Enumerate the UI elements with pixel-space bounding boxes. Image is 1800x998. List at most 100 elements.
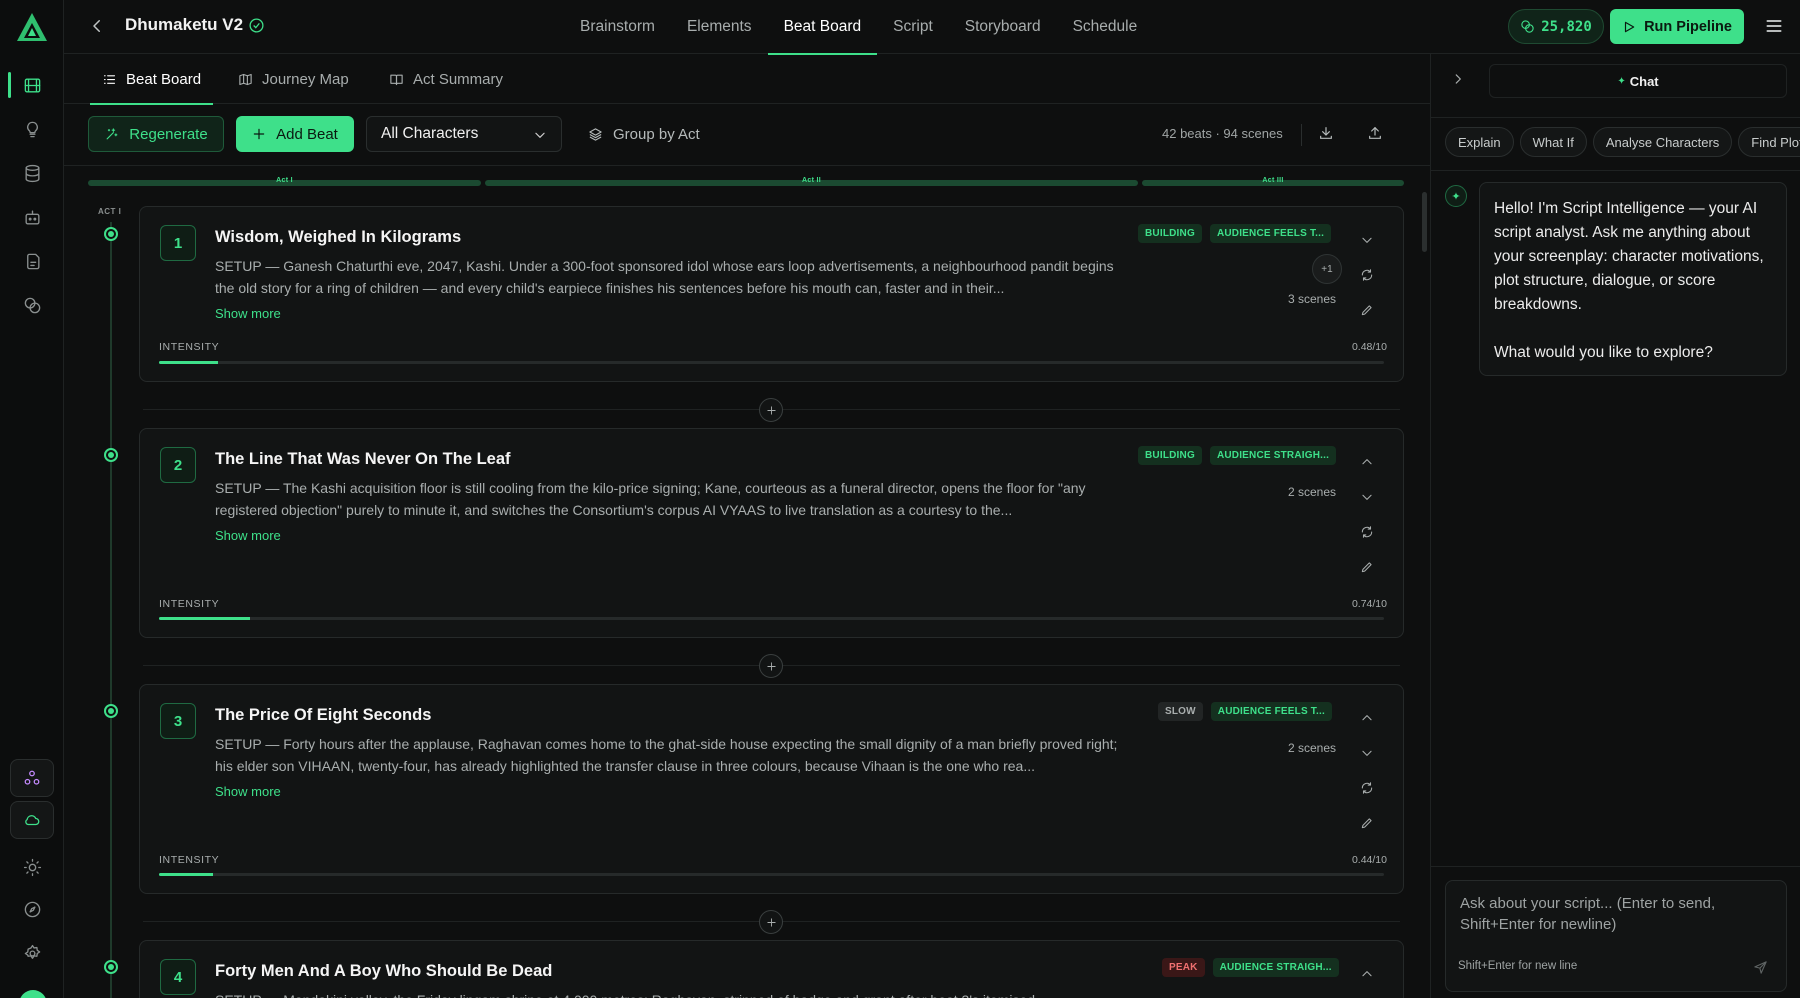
beat-card[interactable]: 3 The Price Of Eight Seconds SETUP — For…	[139, 684, 1404, 894]
chevron-left-icon	[93, 20, 100, 32]
act-1-segment[interactable]: Act I	[88, 177, 481, 186]
intensity-label: INTENSITY	[159, 598, 220, 610]
add-beat-button[interactable]: Add Beat	[236, 116, 354, 152]
rail-cloud-button[interactable]	[10, 801, 54, 839]
group-by-act-toggle[interactable]: Group by Act	[588, 116, 700, 152]
expand-button[interactable]	[1360, 746, 1376, 762]
run-pipeline-button[interactable]: Run Pipeline	[1610, 9, 1744, 44]
chip-find-plot-holes[interactable]: Find Plot Holes	[1738, 127, 1800, 157]
chat-tab[interactable]: ✦ Chat	[1489, 64, 1787, 98]
edit-beat-button[interactable]	[1360, 303, 1376, 319]
coins-icon	[1521, 20, 1534, 33]
intensity-fill	[159, 617, 250, 620]
show-more-link[interactable]: Show more	[215, 306, 281, 321]
collapse-button[interactable]	[1360, 455, 1376, 471]
pencil-icon	[1361, 818, 1372, 829]
nav-elements[interactable]: Elements	[671, 0, 768, 54]
expand-button[interactable]	[1360, 233, 1376, 249]
nav-schedule[interactable]: Schedule	[1057, 0, 1154, 54]
chevron-right-icon	[1455, 74, 1461, 84]
upload-icon	[1369, 127, 1381, 139]
gear-icon	[24, 944, 40, 959]
beat-card[interactable]: 2 The Line That Was Never On The Leaf SE…	[139, 428, 1404, 638]
beat-list-scrollbar[interactable]	[1422, 192, 1427, 252]
download-button[interactable]	[1318, 125, 1336, 143]
expand-button[interactable]	[1360, 490, 1376, 506]
rail-ideas-button[interactable]	[18, 115, 46, 143]
timeline-dot	[104, 960, 118, 974]
show-more-link[interactable]: Show more	[215, 784, 281, 799]
regenerate-button[interactable]: Regenerate	[88, 116, 224, 152]
pace-tag: PEAK	[1162, 958, 1205, 977]
insert-beat-button[interactable]	[759, 910, 783, 934]
collapse-button[interactable]	[1360, 967, 1376, 983]
regenerate-beat-button[interactable]	[1360, 525, 1376, 541]
chat-input[interactable]: Ask about your script... (Enter to send,…	[1445, 880, 1787, 992]
rail-explore-button[interactable]	[18, 895, 46, 923]
pencil-icon	[1361, 562, 1372, 573]
nav-storyboard[interactable]: Storyboard	[949, 0, 1057, 54]
insert-beat-button[interactable]	[759, 654, 783, 678]
group-by-act-label: Group by Act	[613, 125, 700, 143]
robot-icon	[24, 209, 40, 225]
beat-title: Forty Men And A Boy Who Should Be Dead	[215, 962, 553, 980]
rail-nodes-button[interactable]	[10, 759, 54, 797]
beat-card[interactable]: 1 Wisdom, Weighed In Kilograms SETUP — G…	[139, 206, 1404, 382]
beat-title: The Line That Was Never On The Leaf	[215, 450, 511, 468]
act-3-segment[interactable]: Act III	[1142, 177, 1404, 186]
timeline-dot	[104, 227, 118, 241]
rail-budget-button[interactable]	[18, 291, 46, 319]
quick-prompts: Explain What If Analyse Characters Find Plo…	[1445, 127, 1800, 161]
intensity-value: 0.44/10	[1351, 854, 1387, 866]
act-2-segment[interactable]: Act II	[485, 177, 1138, 186]
collapse-button[interactable]	[1360, 711, 1376, 727]
tab-act-summary[interactable]: Act Summary	[389, 54, 503, 104]
nav-script[interactable]: Script	[877, 0, 949, 54]
regenerate-beat-button[interactable]	[1360, 781, 1376, 797]
chip-analyse-characters[interactable]: Analyse Characters	[1592, 127, 1733, 157]
extra-tags-count[interactable]: +1	[1312, 254, 1342, 284]
intensity-label: INTENSITY	[159, 854, 220, 866]
beat-description: SETUP — Forty hours after the applause, …	[215, 736, 1118, 774]
audience-tag: AUDIENCE STRAIGH...	[1209, 446, 1337, 465]
timeline-dot	[104, 448, 118, 462]
credits-badge[interactable]: 25,820	[1508, 9, 1604, 44]
back-button[interactable]	[88, 17, 108, 37]
tab-journey-map[interactable]: Journey Map	[238, 54, 349, 104]
rail-theme-button[interactable]	[18, 853, 46, 881]
edit-beat-button[interactable]	[1360, 560, 1376, 576]
character-filter-select[interactable]: All Characters	[366, 116, 562, 152]
film-icon	[24, 77, 40, 93]
rail-settings-button[interactable]	[18, 939, 46, 967]
rail-files-button[interactable]	[18, 247, 46, 275]
audience-tag: AUDIENCE FEELS T...	[1210, 702, 1332, 721]
intensity-bar	[159, 873, 1384, 876]
chevron-down-icon	[1362, 494, 1372, 500]
user-avatar[interactable]	[19, 990, 47, 998]
chip-what-if[interactable]: What If	[1519, 127, 1587, 157]
collapse-chat-button[interactable]	[1451, 72, 1467, 88]
chip-explain[interactable]: Explain	[1445, 127, 1514, 157]
insert-beat-row	[143, 910, 1400, 934]
nav-brainstorm[interactable]: Brainstorm	[564, 0, 671, 54]
scene-count: 2 scenes	[1288, 485, 1337, 499]
rail-beatboard-button[interactable]	[18, 71, 46, 99]
regenerate-beat-button[interactable]	[1360, 268, 1376, 284]
upload-button[interactable]	[1367, 125, 1385, 143]
nav-beat-board[interactable]: Beat Board	[767, 0, 878, 55]
rail-agents-button[interactable]	[18, 203, 46, 231]
rail-data-button[interactable]	[18, 159, 46, 187]
tab-beat-board[interactable]: Beat Board	[89, 54, 214, 105]
beat-card[interactable]: 4 Forty Men And A Boy Who Should Be Dead…	[139, 940, 1404, 998]
show-more-link[interactable]: Show more	[215, 528, 281, 543]
menu-button[interactable]	[1764, 16, 1786, 38]
insert-beat-button[interactable]	[759, 398, 783, 422]
tab-beat-board-label: Beat Board	[126, 70, 202, 88]
edit-beat-button[interactable]	[1360, 816, 1376, 832]
project-title: Dhumaketu V2	[125, 15, 244, 34]
app-logo-icon[interactable]	[15, 11, 49, 43]
coins-icon	[24, 297, 40, 313]
chevron-up-icon	[1362, 971, 1372, 977]
sparkle-icon	[106, 127, 118, 139]
send-button[interactable]	[1746, 953, 1774, 981]
